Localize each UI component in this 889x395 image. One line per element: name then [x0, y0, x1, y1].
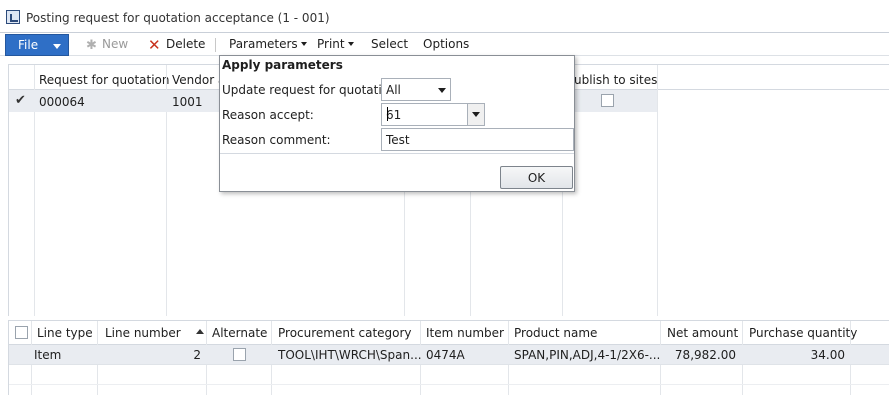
column-header-line-number[interactable]: Line number: [105, 326, 181, 340]
sort-ascending-icon: [196, 329, 204, 334]
column-header-item-number[interactable]: Item number: [426, 326, 504, 340]
window-title: Posting request for quotation acceptance…: [26, 11, 330, 25]
rfq-cell: 000064: [39, 95, 85, 109]
options-button[interactable]: Options: [423, 37, 469, 51]
reason-comment-field[interactable]: Test: [381, 128, 574, 151]
reason-accept-dropdown-button[interactable]: [467, 104, 484, 125]
reason-accept-label: Reason accept:: [222, 108, 314, 122]
table-row[interactable]: [9, 365, 889, 385]
delete-button[interactable]: Delete: [166, 37, 205, 51]
column-header-publish[interactable]: ublish to sites: [574, 73, 657, 87]
vendor-cell: 1001: [172, 95, 203, 109]
column-header-purchase-quantity[interactable]: Purchase quantity: [749, 326, 857, 340]
reason-accept-value: 61: [386, 108, 402, 122]
ok-button[interactable]: OK: [500, 166, 573, 189]
item-number-cell: 0474A: [426, 348, 465, 362]
publish-to-sites-checkbox[interactable]: [601, 94, 614, 107]
text-cursor: [387, 107, 388, 121]
window-titlebar: Posting request for quotation acceptance…: [0, 0, 889, 33]
chevron-down-icon: [438, 88, 446, 93]
parameters-menu[interactable]: Parameters: [229, 37, 307, 51]
reason-comment-label: Reason comment:: [222, 133, 331, 147]
reason-comment-value: Test: [386, 133, 410, 147]
new-icon: ✱: [86, 38, 97, 53]
column-divider: [657, 65, 658, 316]
column-header-procurement-category[interactable]: Procurement category: [278, 326, 412, 340]
update-rfq-value: All: [386, 83, 401, 97]
chevron-down-icon: [472, 112, 480, 117]
chevron-down-icon: [300, 42, 307, 46]
print-menu[interactable]: Print: [317, 37, 354, 51]
select-button[interactable]: Select: [371, 37, 408, 51]
lines-grid-header: Line type Line number Alternate Procurem…: [9, 321, 889, 345]
chevron-down-icon: [347, 42, 354, 46]
dialog-title: Apply parameters: [222, 58, 343, 72]
reason-accept-combobox[interactable]: 61: [381, 103, 485, 126]
delete-icon: ✕: [148, 36, 161, 54]
apply-parameters-dialog: Apply parameters Update request for quot…: [219, 55, 575, 192]
purchase-quantity-cell: 34.00: [810, 348, 845, 362]
column-header-net-amount[interactable]: Net amount: [667, 326, 738, 340]
file-menu-button[interactable]: File: [5, 34, 69, 56]
column-header-line-type[interactable]: Line type: [37, 326, 93, 340]
product-name-cell: SPAN,PIN,ADJ,4-1/2X6-...: [514, 348, 661, 362]
update-rfq-select[interactable]: All: [381, 78, 451, 101]
procurement-category-cell: TOOL\IHT\WRCH\Span...: [278, 348, 422, 362]
column-header-product-name[interactable]: Product name: [514, 326, 597, 340]
dialog-divider: [220, 153, 574, 154]
new-button[interactable]: New: [102, 37, 128, 51]
select-all-checkbox[interactable]: [15, 326, 28, 339]
update-rfq-label: Update request for quotation:: [222, 83, 401, 97]
parameters-label: Parameters: [229, 37, 298, 51]
toolbar-divider: [215, 38, 216, 52]
table-row[interactable]: Item 2 TOOL\IHT\WRCH\Span... 0474A SPAN,…: [9, 345, 889, 365]
column-header-vendor[interactable]: Vendor a: [172, 73, 225, 87]
file-menu-label: File: [18, 38, 39, 52]
alternate-checkbox[interactable]: [233, 348, 246, 361]
ok-button-label: OK: [527, 171, 546, 185]
lines-grid: Line type Line number Alternate Procurem…: [8, 320, 889, 395]
chevron-down-icon: [53, 44, 61, 49]
action-pane: File New Delete Parameters Print Select …: [0, 33, 889, 56]
checkmark-icon: ✔: [15, 93, 26, 108]
app-icon: [6, 10, 20, 24]
column-header-alternate[interactable]: Alternate: [212, 326, 267, 340]
column-header-rfq[interactable]: Request for quotation: [39, 73, 169, 87]
line-number-cell: 2: [193, 348, 201, 362]
print-label: Print: [317, 37, 345, 51]
net-amount-cell: 78,982.00: [674, 348, 736, 362]
line-type-cell: Item: [34, 348, 62, 362]
